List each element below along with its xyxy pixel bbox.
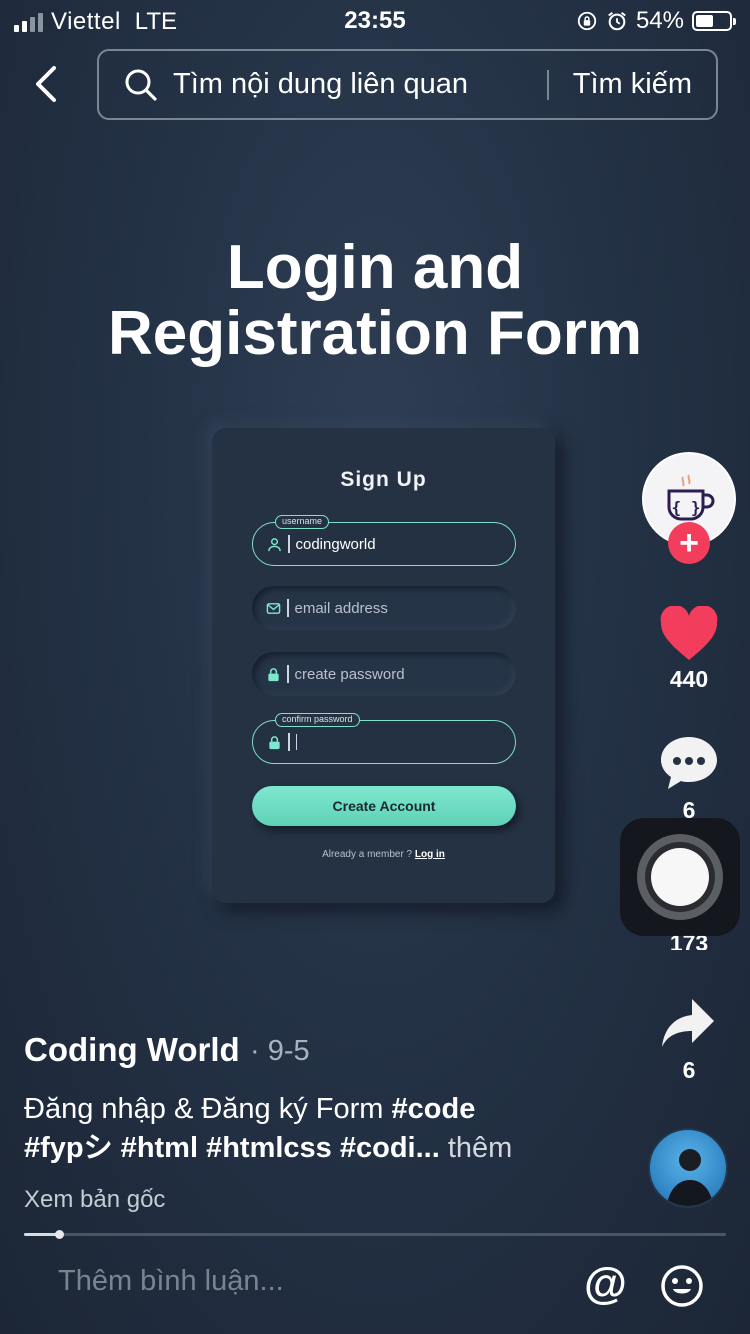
post-description[interactable]: Đăng nhập & Đăng ký Form #code #fypシ #ht… [24,1090,624,1168]
search-input[interactable]: Tìm nội dung liên quan [173,68,547,101]
comment-input[interactable]: Thêm bình luận... [58,1265,284,1298]
music-disc-avatar[interactable] [648,1128,728,1208]
title-line-2: Registration Form [108,299,642,368]
progress-fill [24,1233,60,1236]
back-arrow-icon[interactable] [30,64,64,104]
username-field: username codingworld [252,515,516,566]
lock-icon [268,667,279,681]
text-cursor [295,734,297,750]
confirm-password-tag: confirm password [275,713,360,727]
search-bar[interactable]: Tìm nội dung liên quan Tìm kiếm [97,49,718,120]
username-tag: username [275,515,330,529]
hashtags[interactable]: #fypシ #html #htmlcss #codi... [24,1132,440,1164]
signup-form-card: Sign Up username codingworld email addre… [212,428,555,903]
title-line-1: Login and [226,233,524,302]
description-text: Đăng nhập & Đăng ký Form [24,1093,392,1125]
follow-button[interactable]: + [668,522,710,564]
battery-icon [692,11,736,31]
post-date: · 9-5 [250,1035,310,1067]
author-name[interactable]: Coding World [24,1031,240,1069]
alarm-icon [608,11,626,31]
assistive-touch-button[interactable] [620,818,740,936]
search-button[interactable]: Tìm kiếm [549,68,716,101]
create-account-button: Create Account [252,786,516,826]
email-placeholder: email address [294,599,388,617]
coffee-cup-icon: { } [667,474,715,521]
share-icon[interactable] [659,996,717,1050]
password-placeholder: create password [294,665,405,683]
hashtag-code[interactable]: #code [392,1093,476,1125]
svg-text:{ }: { } [672,498,701,517]
emoji-icon[interactable] [660,1264,704,1308]
username-value: codingworld [295,535,376,553]
battery-percent: 54% [635,7,684,34]
member-text: Already a member ? [322,849,413,860]
password-field: create password [252,652,516,696]
like-count: 440 [669,666,709,692]
user-icon [268,537,281,551]
lock-icon [269,735,280,749]
see-more-link[interactable]: thêm [440,1132,512,1164]
heart-icon[interactable] [658,606,720,662]
envelope-icon [266,602,281,614]
search-icon [125,69,157,101]
login-link: Log in [414,849,445,860]
form-heading: Sign Up [340,468,427,491]
video-progress-bar[interactable] [24,1230,726,1239]
status-bar: Viettel LTE 23:55 54% [0,0,750,40]
member-line: Already a member ? Log in [212,849,555,860]
email-field: email address [252,586,516,630]
video-title: Login and Registration Form [0,235,750,367]
confirm-password-field: confirm password [252,713,516,764]
rotation-lock-icon [577,11,597,31]
view-original-link[interactable]: Xem bản gốc [24,1186,165,1214]
share-count: 6 [682,1057,696,1083]
comment-icon[interactable] [658,734,720,792]
mention-icon[interactable]: @ [584,1262,628,1306]
